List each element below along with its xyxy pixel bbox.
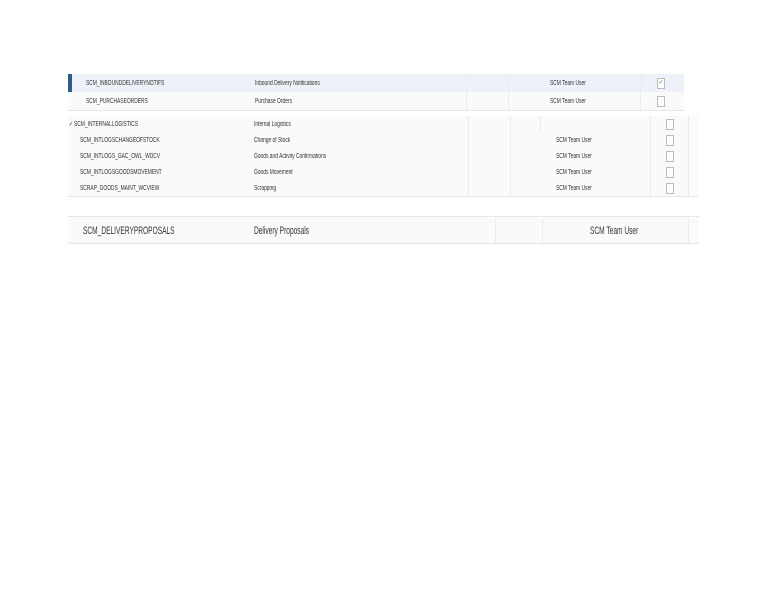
role: SCM Team User [550, 97, 586, 105]
role: SCM Team User [556, 168, 592, 176]
group-row[interactable]: ✓ SCM_INTERNALLOGISTICS Internal Logisti… [68, 116, 698, 133]
table-row[interactable]: SCRAP_GOODS_MAINT_WCVIEW Scrapping SCM T… [68, 180, 698, 197]
app-name: SCM_INTLOGSCHANGEOFSTOCK [80, 136, 160, 144]
assign-checkbox[interactable] [666, 135, 674, 146]
app-name: SCM_INTLOGSGOODSMOVEMENT [80, 168, 162, 176]
assignment-table-bottom: SCM_DELIVERYPROPOSALS Delivery Proposals… [68, 202, 699, 244]
table-row[interactable]: SCM_INBOUNDDELIVERYNOTIFS Inbound Delive… [68, 74, 684, 93]
selection-indicator [68, 74, 72, 92]
table-row[interactable]: SCM_INTLOGSCHANGEOFSTOCK Change of Stock… [68, 132, 698, 149]
app-description: Purchase Orders [255, 97, 293, 105]
app-name: SCM_PURCHASEORDERS [86, 97, 148, 105]
assign-checkbox[interactable]: ✓ [657, 78, 665, 89]
role: SCM Team User [556, 136, 592, 144]
app-description: Change of Stock [254, 136, 291, 144]
assign-checkbox[interactable] [666, 119, 674, 130]
app-name: SCM_INTLOGS_GAC_OWL_WDCV [80, 152, 161, 160]
assignment-table-internal-logistics: ✓ SCM_INTERNALLOGISTICS Internal Logisti… [68, 116, 698, 200]
table-row[interactable]: SCM_PURCHASEORDERS Purchase Orders SCM T… [68, 92, 684, 111]
expand-check-icon[interactable]: ✓ [69, 116, 73, 132]
table-row[interactable]: SCM_INTLOGSGOODSMOVEMENT Goods Movement … [68, 164, 698, 181]
assign-checkbox[interactable] [666, 151, 674, 162]
app-description: Goods Movement [254, 168, 293, 176]
table-row[interactable]: SCM_INTLOGS_GAC_OWL_WDCV Goods and Activ… [68, 148, 698, 165]
table-row[interactable]: SCM_DELIVERYPROPOSALS Delivery Proposals… [68, 218, 699, 244]
assign-checkbox[interactable] [657, 96, 665, 107]
role: SCM Team User [550, 79, 586, 87]
table-row-partial [68, 202, 699, 217]
app-name: SCM_INBOUNDDELIVERYNOTIFS [86, 79, 165, 87]
assignment-table-top: SCM_INBOUNDDELIVERYNOTIFS Inbound Delive… [68, 64, 684, 112]
app-name: SCRAP_GOODS_MAINT_WCVIEW [80, 184, 160, 192]
app-name: SCM_DELIVERYPROPOSALS [83, 224, 175, 237]
role: SCM Team User [590, 224, 639, 237]
app-description: Goods and Activity Confirmations [254, 152, 327, 160]
role: SCM Team User [556, 184, 592, 192]
role: SCM Team User [556, 152, 592, 160]
app-description: Scrapping [254, 184, 277, 192]
group-description: Internal Logistics [254, 120, 291, 128]
assign-checkbox[interactable] [666, 167, 674, 178]
assign-checkbox[interactable] [666, 183, 674, 194]
app-description: Delivery Proposals [254, 224, 310, 237]
group-name: SCM_INTERNALLOGISTICS [74, 120, 138, 128]
app-description: Inbound Delivery Notifications [255, 79, 320, 87]
